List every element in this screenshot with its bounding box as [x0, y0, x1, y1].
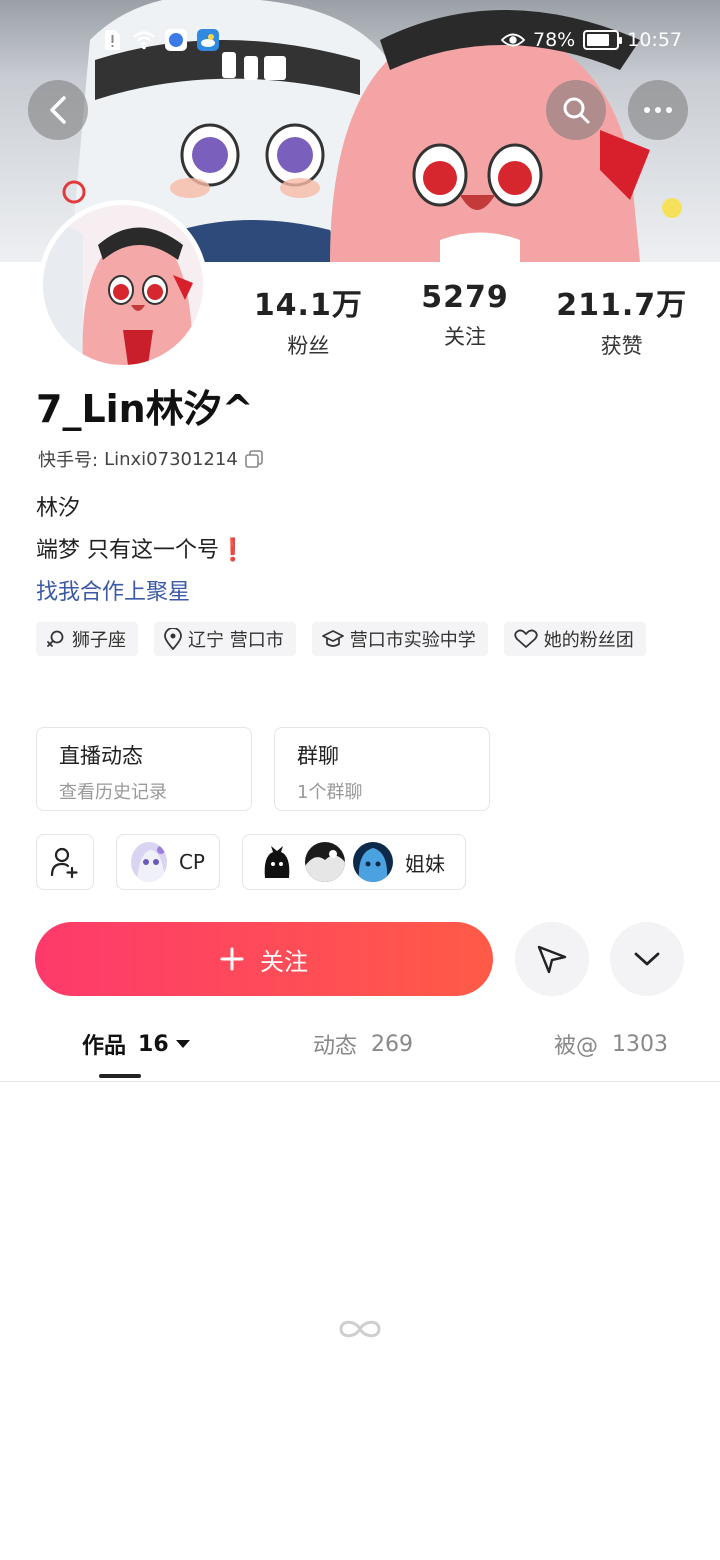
feature-cards: 直播动态 查看历史记录 群聊 1个群聊 — [36, 727, 490, 811]
stat-value: 5279 — [421, 280, 509, 315]
sister-avatar — [353, 842, 393, 882]
card-subtitle: 查看历史记录 — [59, 782, 167, 803]
status-bar: 78% 10:57 — [0, 26, 720, 60]
avatar[interactable] — [38, 200, 208, 370]
relationship-row: CP 姐妹 — [36, 834, 466, 890]
cp-label: CP — [178, 850, 205, 874]
profile-stats: 14.1万 粉丝 5279 关注 211.7万 获赞 — [230, 280, 700, 360]
sisters-label: 姐妹 — [405, 851, 445, 876]
stat-label: 获赞 — [600, 334, 643, 358]
tab-label: 作品 — [82, 1034, 127, 1059]
share-button[interactable] — [515, 922, 589, 996]
plus-icon — [220, 947, 244, 971]
clock: 10:57 — [627, 29, 682, 51]
weather-icon — [196, 28, 220, 52]
kuaishou-id-value: Linxi07301214 — [104, 448, 238, 470]
tag-label: 辽宁 营口市 — [188, 630, 284, 651]
status-bar-left-icons — [100, 28, 220, 52]
stat-value: 211.7万 — [556, 288, 688, 323]
female-icon — [47, 630, 64, 647]
eye-comfort-icon — [501, 28, 525, 52]
sisters-relation[interactable]: 姐妹 — [242, 834, 466, 890]
stat-followers[interactable]: 14.1万 粉丝 — [230, 280, 387, 360]
back-button[interactable] — [28, 80, 88, 140]
kuaishou-id-label: 快手号: — [38, 450, 99, 471]
add-user-icon — [50, 847, 78, 878]
tab-works[interactable]: 作品 16 — [82, 1028, 191, 1060]
paper-plane-icon — [537, 945, 567, 974]
tab-count: 1303 — [612, 1031, 669, 1057]
tag-school[interactable]: 营口市实验中学 — [311, 622, 488, 656]
chevron-down-icon — [634, 952, 660, 966]
tab-label: 动态 — [313, 1034, 358, 1059]
bio-line: 林汐 — [36, 496, 81, 521]
bio-line: 端梦 只有这一个号❗ — [36, 538, 247, 563]
cp-relation[interactable]: CP — [116, 834, 220, 890]
card-title: 直播动态 — [59, 744, 143, 768]
battery-percent: 78% — [533, 29, 576, 51]
group-chat-card[interactable]: 群聊 1个群聊 — [274, 727, 490, 811]
card-subtitle: 1个群聊 — [297, 782, 363, 803]
more-dots-icon — [644, 107, 672, 113]
stat-likes[interactable]: 211.7万 获赞 — [543, 280, 700, 360]
expand-button[interactable] — [610, 922, 684, 996]
loading-infinity-icon — [339, 1320, 381, 1338]
tag-location[interactable]: 辽宁 营口市 — [154, 622, 296, 656]
search-button[interactable] — [546, 80, 606, 140]
tag-zodiac[interactable]: 狮子座 — [36, 622, 138, 656]
tab-moments[interactable]: 动态 269 — [313, 1028, 413, 1060]
battery-fill — [587, 34, 610, 46]
profile-tags: 狮子座 辽宁 营口市 营口市实验中学 她的粉丝团 — [36, 622, 696, 656]
tag-label: 狮子座 — [72, 630, 126, 651]
username: 7_Lin林汐^ — [36, 387, 254, 431]
status-bar-right: 78% 10:57 — [501, 28, 682, 52]
caret-down-icon — [175, 1040, 190, 1048]
back-arrow-icon — [50, 96, 66, 124]
business-link[interactable]: 找我合作上聚星 — [36, 572, 246, 614]
location-icon — [164, 628, 182, 650]
bio: 林汐 端梦 只有这一个号❗ 找我合作上聚星 — [36, 488, 246, 614]
tag-fan-club[interactable]: 她的粉丝团 — [503, 622, 646, 656]
tag-label: 营口市实验中学 — [349, 630, 476, 651]
card-title: 群聊 — [297, 744, 339, 768]
tab-mentions[interactable]: 被@ 1303 — [554, 1028, 668, 1060]
wifi-icon — [132, 28, 156, 52]
sister-avatar — [257, 842, 297, 882]
follow-button[interactable]: 关注 — [35, 922, 493, 996]
active-tab-indicator — [99, 1074, 141, 1078]
cp-avatar — [131, 842, 167, 882]
add-relation-button[interactable] — [36, 834, 94, 890]
avatar-illustration — [43, 205, 203, 365]
tab-count: 16 — [138, 1031, 169, 1057]
content-tabs: 作品 16 动态 269 被@ 1303 — [0, 1018, 720, 1082]
stat-label: 关注 — [444, 325, 486, 349]
stat-value: 14.1万 — [253, 288, 363, 323]
app-notification-icon — [164, 28, 188, 52]
kuaishou-id-row[interactable]: 快手号: Linxi07301214 — [38, 446, 264, 472]
follow-label: 关注 — [260, 947, 308, 976]
copy-icon[interactable] — [244, 449, 264, 469]
tab-label: 被@ — [554, 1034, 599, 1059]
more-button[interactable] — [628, 80, 688, 140]
battery-icon — [583, 30, 623, 50]
school-icon — [321, 630, 344, 647]
sister-avatar — [305, 842, 345, 882]
live-history-card[interactable]: 直播动态 查看历史记录 — [36, 727, 252, 811]
search-icon — [563, 97, 590, 124]
stat-label: 粉丝 — [287, 334, 330, 358]
tab-count: 269 — [371, 1031, 414, 1057]
fan-club-heart-icon — [514, 629, 538, 648]
stat-following[interactable]: 5279 关注 — [387, 280, 544, 360]
sim-alert-icon — [100, 28, 124, 52]
tag-label: 她的粉丝团 — [543, 630, 634, 651]
